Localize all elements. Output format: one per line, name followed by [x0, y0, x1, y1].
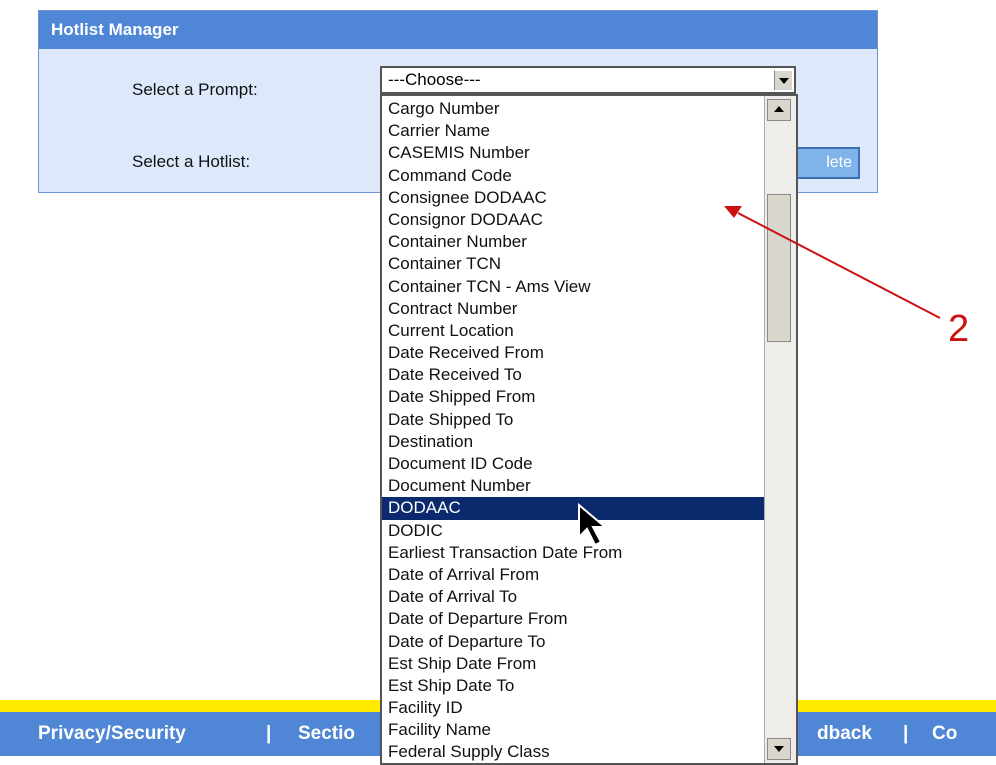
annotation-number: 2: [948, 308, 970, 350]
mouse-cursor-icon: [578, 503, 608, 547]
annotation-arrow: [724, 206, 941, 319]
